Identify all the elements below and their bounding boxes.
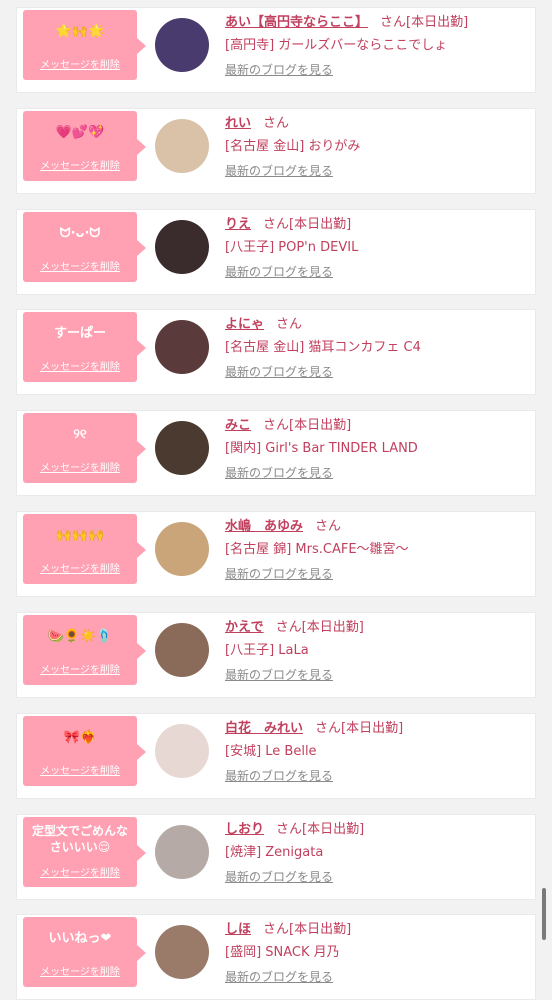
message-text: ᗢ·ᴗ·ᗢ <box>59 226 101 241</box>
message-text: いいねっ❤︎ <box>48 931 112 946</box>
shop-name: [八王子] LaLa <box>225 643 309 658</box>
message-text: 🍉🌻☀️🩴 <box>47 629 113 644</box>
latest-blog-link[interactable]: 最新のブログを見る <box>225 868 333 885</box>
avatar[interactable] <box>155 522 209 576</box>
name-suffix: さん <box>315 519 342 534</box>
avatar[interactable] <box>155 18 209 72</box>
avatar[interactable] <box>155 220 209 274</box>
shop-name: [関内] Girl's Bar TINDER LAND <box>225 441 418 456</box>
list-item: 🌟🙌🌟 メッセージを削除 あい【高円寺ならここ】 さん[本日出勤] [高円寺] ガ… <box>17 8 535 92</box>
name-suffix: さん[本日出勤] <box>276 822 365 837</box>
message-text: 🎀❤️‍🔥 <box>63 730 97 745</box>
cast-name-link[interactable]: りえ <box>225 217 251 232</box>
cast-name-link[interactable]: みこ <box>225 418 251 433</box>
delete-message-link[interactable]: メッセージを削除 <box>23 459 137 474</box>
list-item: ୨୧ メッセージを削除 みこ さん[本日出勤] [関内] Girl's Bar T… <box>17 411 535 495</box>
avatar[interactable] <box>155 825 209 879</box>
list-item: 定型文でごめんなさいいい😌 メッセージを削除 しおり さん[本日出勤] [焼津] … <box>17 815 535 899</box>
message-bubble: すーぱー メッセージを削除 <box>23 312 146 382</box>
list-item: ᗢ·ᴗ·ᗢ メッセージを削除 りえ さん[本日出勤] [八王子] POP'n DE… <box>17 210 535 294</box>
latest-blog-link[interactable]: 最新のブログを見る <box>225 968 333 985</box>
latest-blog-link[interactable]: 最新のブログを見る <box>225 464 333 481</box>
cast-name-link[interactable]: よにゃ <box>225 317 264 332</box>
message-bubble: 🍉🌻☀️🩴 メッセージを削除 <box>23 615 146 685</box>
shop-name: [名古屋 金山] おりがみ <box>225 139 361 154</box>
delete-message-link[interactable]: メッセージを削除 <box>23 157 137 172</box>
shop-name: [高円寺] ガールズバーならここでしょ <box>225 38 448 53</box>
list-item: 🍉🌻☀️🩴 メッセージを削除 かえで さん[本日出勤] [八王子] LaLa 最新… <box>17 613 535 697</box>
message-text: 💗💕💖 <box>55 125 105 140</box>
delete-message-link[interactable]: メッセージを削除 <box>23 358 137 373</box>
message-text: 定型文でごめんなさいいい😌 <box>31 824 128 854</box>
cast-name-link[interactable]: しおり <box>225 822 264 837</box>
shop-name: [盛岡] SNACK 月乃 <box>225 945 340 960</box>
latest-blog-link[interactable]: 最新のブログを見る <box>225 263 333 280</box>
delete-message-link[interactable]: メッセージを削除 <box>23 661 137 676</box>
name-suffix: さん[本日出勤] <box>263 922 352 937</box>
delete-message-link[interactable]: メッセージを削除 <box>23 258 137 273</box>
delete-message-link[interactable]: メッセージを削除 <box>23 762 137 777</box>
avatar[interactable] <box>155 724 209 778</box>
message-bubble: 定型文でごめんなさいいい😌 メッセージを削除 <box>23 817 146 887</box>
message-text: すーぱー <box>53 326 106 341</box>
message-bubble: 🎀❤️‍🔥 メッセージを削除 <box>23 716 146 786</box>
shop-name: [焼津] Zenigata <box>225 845 324 860</box>
name-suffix: さん[本日出勤] <box>275 620 364 635</box>
latest-blog-link[interactable]: 最新のブログを見る <box>225 363 333 380</box>
list-item: 🙌🙌🙌 メッセージを削除 水嶋 あゆみ さん [名古屋 錦] Mrs.CAFE～雛… <box>17 512 535 596</box>
name-suffix: さん[本日出勤] <box>263 217 352 232</box>
avatar[interactable] <box>155 925 209 979</box>
cast-name-link[interactable]: かえで <box>225 620 264 635</box>
message-bubble: 💗💕💖 メッセージを削除 <box>23 111 146 181</box>
message-text: 🙌🙌🙌 <box>55 528 105 543</box>
list-item: すーぱー メッセージを削除 よにゃ さん [名古屋 金山] 猫耳コンカフェ C4 … <box>17 310 535 394</box>
message-text: ୨୧ <box>73 427 87 442</box>
latest-blog-link[interactable]: 最新のブログを見る <box>225 61 333 78</box>
avatar[interactable] <box>155 623 209 677</box>
delete-message-link[interactable]: メッセージを削除 <box>23 560 137 575</box>
latest-blog-link[interactable]: 最新のブログを見る <box>225 666 333 683</box>
shop-name: [安城] Le Belle <box>225 744 317 759</box>
name-suffix: さん <box>263 116 290 131</box>
message-text: 🌟🙌🌟 <box>55 24 105 39</box>
cast-name-link[interactable]: あい【高円寺ならここ】 <box>225 15 368 30</box>
scrollbar[interactable] <box>542 888 546 940</box>
delete-message-link[interactable]: メッセージを削除 <box>23 56 137 71</box>
cast-name-link[interactable]: 白花 みれい <box>225 721 303 736</box>
message-bubble: ᗢ·ᴗ·ᗢ メッセージを削除 <box>23 212 146 282</box>
name-suffix: さん[本日出勤] <box>380 15 469 30</box>
cast-name-link[interactable]: しほ <box>225 922 251 937</box>
list-item: 🎀❤️‍🔥 メッセージを削除 白花 みれい さん[本日出勤] [安城] Le Be… <box>17 714 535 798</box>
cast-name-link[interactable]: れい <box>225 116 251 131</box>
shop-name: [名古屋 金山] 猫耳コンカフェ C4 <box>225 340 421 355</box>
list-item: いいねっ❤︎ メッセージを削除 しほ さん[本日出勤] [盛岡] SNACK 月乃… <box>17 915 535 999</box>
cast-name-link[interactable]: 水嶋 あゆみ <box>225 519 303 534</box>
shop-name: [八王子] POP'n DEVIL <box>225 240 359 255</box>
latest-blog-link[interactable]: 最新のブログを見る <box>225 767 333 784</box>
name-suffix: さん[本日出勤] <box>263 418 352 433</box>
name-suffix: さん <box>276 317 303 332</box>
latest-blog-link[interactable]: 最新のブログを見る <box>225 162 333 179</box>
message-bubble: いいねっ❤︎ メッセージを削除 <box>23 917 146 987</box>
delete-message-link[interactable]: メッセージを削除 <box>23 963 137 978</box>
message-bubble: 🌟🙌🌟 メッセージを削除 <box>23 10 146 80</box>
avatar[interactable] <box>155 320 209 374</box>
message-bubble: 🙌🙌🙌 メッセージを削除 <box>23 514 146 584</box>
delete-message-link[interactable]: メッセージを削除 <box>23 864 137 879</box>
list-item: 💗💕💖 メッセージを削除 れい さん [名古屋 金山] おりがみ 最新のブログを見… <box>17 109 535 193</box>
avatar[interactable] <box>155 421 209 475</box>
latest-blog-link[interactable]: 最新のブログを見る <box>225 565 333 582</box>
avatar[interactable] <box>155 119 209 173</box>
message-bubble: ୨୧ メッセージを削除 <box>23 413 146 483</box>
shop-name: [名古屋 錦] Mrs.CAFE～雛宮～ <box>225 542 409 557</box>
name-suffix: さん[本日出勤] <box>315 721 404 736</box>
